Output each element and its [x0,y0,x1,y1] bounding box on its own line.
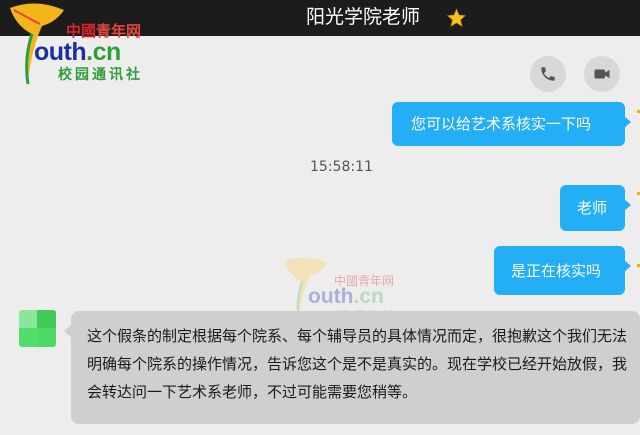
contact-name: 阳光学院老师 [306,6,421,28]
brand-subtitle: 校园通讯社 [58,67,143,83]
incoming-message[interactable]: 这个假条的制定根据每个院系、每个辅导员的具体情况而定，很抱歉这个我们无法明确每个… [64,311,640,424]
brand-english: outh.cn [34,38,121,66]
outgoing-message[interactable]: 是正在核实吗 [494,246,631,295]
watermark-english: outh.cn [308,285,384,308]
outgoing-message[interactable]: 老师 [560,185,631,231]
avatar[interactable] [19,310,56,347]
outgoing-message[interactable]: 您可以给艺术系核实一下吗 [392,102,631,146]
video-call-button[interactable] [584,56,620,92]
star-icon [446,8,467,27]
message-timestamp: 15:58:11 [310,159,373,175]
youth-cn-logo: 中國青年网 outh.cn 校园通讯社 [2,0,162,90]
video-camera-icon [594,69,610,79]
phone-icon [541,67,555,81]
voice-call-button[interactable] [530,56,566,92]
